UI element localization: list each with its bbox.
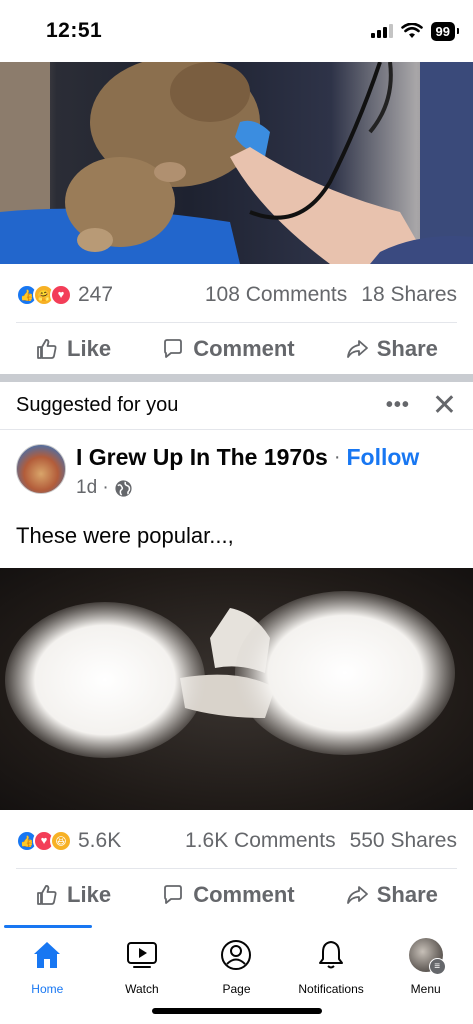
post-image-slippers[interactable] [0,568,473,810]
nav-notifications[interactable]: Notifications [286,938,376,996]
feed-separator [0,374,473,382]
share-icon [346,340,368,358]
page-avatar[interactable] [16,444,66,494]
nav-watch[interactable]: Watch [97,938,187,996]
comment-icon [164,885,183,904]
nav-menu[interactable]: Menu [381,938,471,996]
thumbs-up-icon [37,339,57,359]
haha-reaction-icon: 😆 [50,830,72,852]
reaction-count: 247 [78,283,114,306]
rabbit-photo-illustration [0,62,473,264]
battery-icon: 99 [430,21,460,41]
post-header: I Grew Up In The 1970s · Follow 1d · [16,444,457,514]
like-label: Like [67,882,112,907]
post-timestamp: 1d · [76,477,419,499]
profile-icon [221,940,252,970]
nav-home-label: Home [31,982,64,996]
reaction-count: 5.6K [78,829,122,852]
name-separator: · [333,446,341,468]
post-name-line: I Grew Up In The 1970s · Follow [76,444,419,471]
menu-avatar [408,938,446,975]
home-icon [34,942,61,968]
nav-watch-label: Watch [125,982,159,996]
love-reaction-icon: ♥ [50,284,72,306]
post-actions: Like Comment Share [0,323,473,375]
page-name[interactable]: I Grew Up In The 1970s [76,444,328,471]
shares-count[interactable]: 18 Shares [361,283,457,307]
comment-icon [164,339,183,358]
comments-count[interactable]: 108 Comments [205,283,347,307]
nav-home[interactable]: Home [2,938,92,996]
post-image-rabbit[interactable] [0,62,473,264]
comment-button[interactable]: Comment [161,336,295,362]
comment-button[interactable]: Comment [161,882,295,908]
more-options-icon[interactable]: ••• [386,394,410,417]
suggested-label: Suggested for you [16,394,179,416]
share-button[interactable]: Share [345,336,438,362]
nav-menu-label: Menu [410,982,441,996]
post-text: These were popular..., [16,523,234,548]
comment-label: Comment [193,336,295,361]
reactions-summary[interactable]: 👍 ♥ 😆 5.6K 1.6K Comments 550 Shares [0,812,473,870]
shares-count[interactable]: 550 Shares [350,829,457,853]
wifi-icon [400,23,423,38]
comment-label: Comment [193,882,295,907]
home-indicator[interactable] [152,1008,322,1014]
follow-button[interactable]: Follow [346,444,419,471]
share-label: Share [376,882,438,907]
video-play-icon [126,942,157,968]
share-icon [346,886,368,904]
share-label: Share [376,336,438,361]
suggested-header: Suggested for you ••• ✕ [0,382,473,430]
post-actions: Like Comment Share [0,869,473,921]
status-bar: 12:51 99 [0,0,473,62]
post-meta: I Grew Up In The 1970s · Follow 1d · [76,444,419,514]
signal-icon [370,24,393,38]
slippers-photo-illustration [5,591,455,758]
globe-icon [115,479,132,497]
thumbs-up-icon [37,885,57,905]
status-time: 12:51 [46,19,103,42]
nav-page-label: Page [222,982,251,996]
comments-count[interactable]: 1.6K Comments [185,829,336,853]
reactions-summary[interactable]: 👍 🤗 ♥ 247 108 Comments 18 Shares [0,266,473,324]
nav-page[interactable]: Page [191,938,281,996]
bell-icon [319,941,344,969]
post-time[interactable]: 1d · [76,477,109,499]
reaction-icons: 👍 ♥ 😆 [16,830,72,852]
reaction-icons: 👍 🤗 ♥ [16,284,72,306]
bottom-nav: Home Watch Page Notifications Menu [0,928,473,1000]
close-icon[interactable]: ✕ [432,390,457,421]
like-button[interactable]: Like [35,882,111,908]
nav-notifications-label: Notifications [298,982,364,996]
like-button[interactable]: Like [35,336,111,362]
share-button[interactable]: Share [345,882,438,908]
status-icons: 99 [370,21,460,41]
like-label: Like [67,336,112,361]
